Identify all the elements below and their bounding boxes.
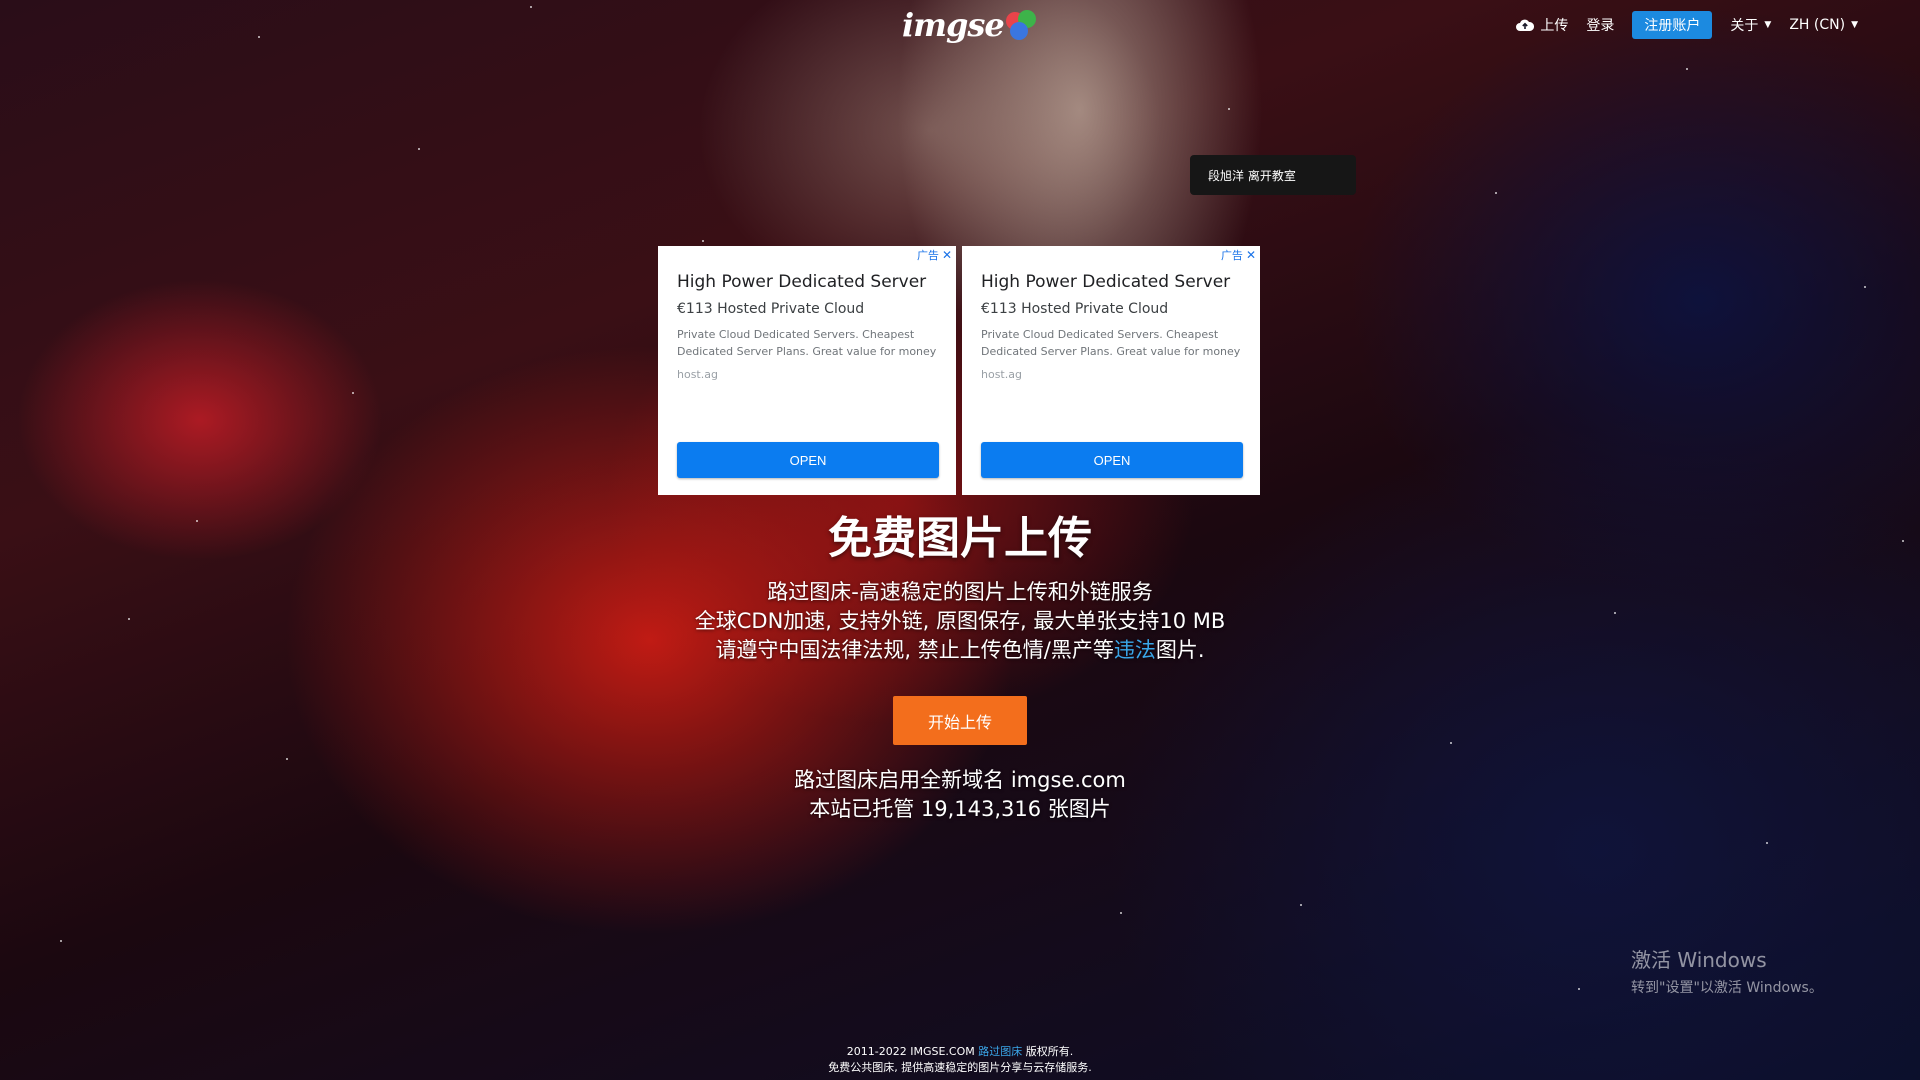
hero-line-3: 请遵守中国法律法规, 禁止上传色情/黑产等违法图片. xyxy=(0,636,1920,665)
ad-badge-label: 广告 xyxy=(1220,249,1243,262)
hero-line-3-suffix: 图片. xyxy=(1155,638,1205,662)
ad-subtitle: €113 Hosted Private Cloud xyxy=(677,301,865,317)
ad-title[interactable]: High Power Dedicated Server xyxy=(677,272,938,292)
logo-text: imgse xyxy=(902,6,1005,44)
close-icon[interactable]: ✕ xyxy=(942,248,952,262)
hosted-images-count: 本站已托管 19,143,316 张图片 xyxy=(809,797,1111,821)
nav-about-label: 关于 xyxy=(1730,18,1759,34)
ad-domain: host.ag xyxy=(677,368,718,381)
ad-description: Private Cloud Dedicated Servers. Cheapes… xyxy=(981,328,1241,358)
ad-description: Private Cloud Dedicated Servers. Cheapes… xyxy=(677,328,937,358)
site-stats: 路过图床启用全新域名 imgse.com 本站已托管 19,143,316 张图… xyxy=(0,766,1920,824)
start-upload-button[interactable]: 开始上传 xyxy=(893,696,1027,745)
hero-line-3-prefix: 请遵守中国法律法规, 禁止上传色情/黑产等 xyxy=(715,638,1114,662)
close-icon[interactable]: ✕ xyxy=(1246,248,1256,262)
nav-language-label: ZH (CN) xyxy=(1789,17,1846,33)
notification-text: 段旭洋 离开教室 xyxy=(1208,168,1296,183)
ad-badge[interactable]: 广告 ✕ xyxy=(1221,247,1256,263)
ad-subtitle: €113 Hosted Private Cloud xyxy=(981,301,1169,317)
illegal-content-link[interactable]: 违法 xyxy=(1114,638,1156,662)
watermark-line-2: 转到"设置"以激活 Windows。 xyxy=(1631,980,1823,996)
site-logo[interactable]: imgse xyxy=(902,2,1040,48)
footer-copyright-suffix: 版权所有. xyxy=(1025,1045,1074,1058)
nav-upload[interactable]: 上传 xyxy=(1516,15,1568,35)
ad-open-button[interactable]: OPEN xyxy=(677,442,939,478)
hero-title: 免费图片上传 xyxy=(828,513,1092,564)
ad-card[interactable]: 广告 ✕ High Power Dedicated Server €113 Ho… xyxy=(658,246,956,495)
nav-login[interactable]: 登录 xyxy=(1586,15,1614,35)
ad-card[interactable]: 广告 ✕ High Power Dedicated Server €113 Ho… xyxy=(962,246,1260,495)
nav-register-button[interactable]: 注册账户 xyxy=(1632,11,1713,39)
hero-description: 路过图床-高速稳定的图片上传和外链服务 全球CDN加速, 支持外链, 原图保存,… xyxy=(0,578,1920,665)
logo-balls-icon xyxy=(1005,8,1040,42)
nav-register-label: 注册账户 xyxy=(1644,18,1701,34)
ad-domain: host.ag xyxy=(981,368,1022,381)
caret-down-icon: ▼ xyxy=(1764,20,1772,30)
footer-site-link[interactable]: 路过图床 xyxy=(978,1045,1022,1058)
nav-about-dropdown[interactable]: 关于 ▼ xyxy=(1730,15,1771,35)
nav-language-dropdown[interactable]: ZH (CN) ▼ xyxy=(1789,17,1858,33)
new-domain-text: 路过图床启用全新域名 imgse.com xyxy=(794,768,1126,792)
footer-copyright: 2011-2022 IMGSE.COM 路过图床 版权所有. xyxy=(0,1044,1920,1060)
nav-login-label: 登录 xyxy=(1586,18,1615,34)
top-nav: 上传 登录 注册账户 关于 ▼ ZH (CN) ▼ xyxy=(1516,11,1858,39)
cloud-upload-icon xyxy=(1516,19,1535,31)
nav-upload-label: 上传 xyxy=(1540,18,1569,34)
ad-title[interactable]: High Power Dedicated Server xyxy=(981,272,1242,292)
caret-down-icon: ▼ xyxy=(1851,20,1858,30)
ad-open-button[interactable]: OPEN xyxy=(981,442,1243,478)
ad-container: 广告 ✕ High Power Dedicated Server €113 Ho… xyxy=(658,246,1260,495)
footer: 2011-2022 IMGSE.COM 路过图床 版权所有. 免费公共图床, 提… xyxy=(0,1044,1920,1076)
footer-copyright-prefix: 2011-2022 IMGSE.COM xyxy=(846,1045,975,1058)
notification-popup: 段旭洋 离开教室 xyxy=(1190,155,1356,195)
ad-badge-label: 广告 xyxy=(916,249,939,262)
ad-badge[interactable]: 广告 ✕ xyxy=(917,247,952,263)
watermark-line-1: 激活 Windows xyxy=(1631,948,1767,972)
hero-line-2: 全球CDN加速, 支持外链, 原图保存, 最大单张支持10 MB xyxy=(694,609,1226,633)
footer-tagline: 免费公共图床, 提供高速稳定的图片分享与云存储服务. xyxy=(828,1061,1092,1074)
hero-line-1: 路过图床-高速稳定的图片上传和外链服务 xyxy=(767,580,1153,604)
windows-activation-watermark: 激活 Windows 转到"设置"以激活 Windows。 xyxy=(1631,944,1823,997)
